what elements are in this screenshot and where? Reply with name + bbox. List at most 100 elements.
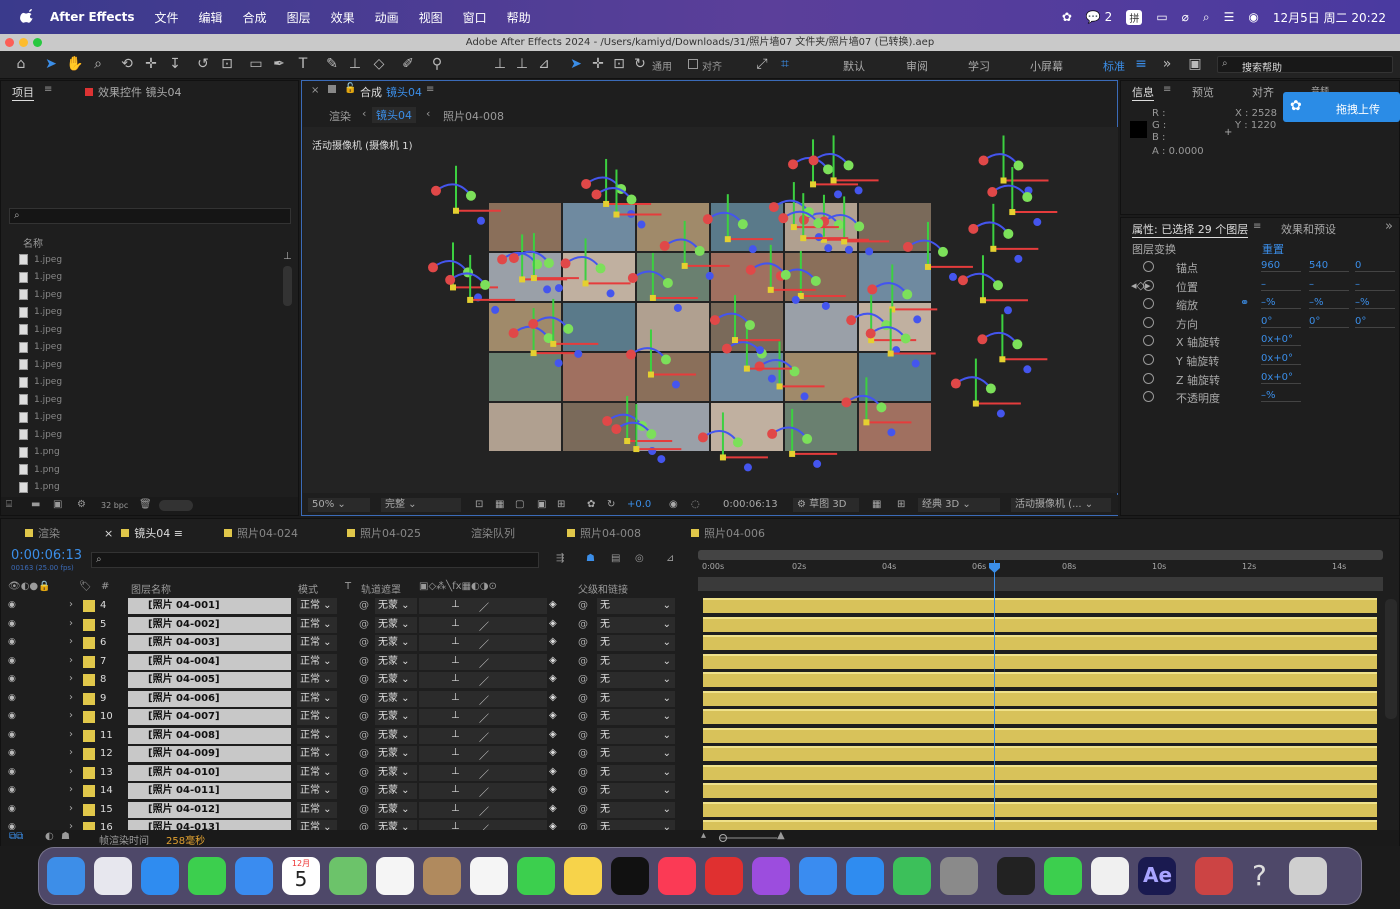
exposure-value[interactable]: +0.0 [623, 498, 655, 512]
rotation-arc-gizmo[interactable] [991, 184, 1029, 198]
gizmo-handle[interactable] [902, 241, 913, 252]
battery-icon[interactable]: ▭ [1156, 10, 1167, 24]
parent-pickwhip-icon[interactable]: @ [578, 637, 588, 648]
camera-view-dropdown[interactable]: 活动摄像机 (... ⌄ [1011, 498, 1111, 512]
track-matte-dropdown[interactable]: 无蒙 ⌄ [375, 746, 417, 762]
menu-clock[interactable]: 12月5日 周二 20:22 [1273, 9, 1386, 26]
rotation-arc-gizmo[interactable] [435, 183, 472, 197]
gizmo-handle[interactable] [463, 267, 473, 278]
collapse-switch-icon[interactable]: ⊥ [451, 729, 460, 740]
layer-bound-handle[interactable] [810, 181, 817, 188]
timeline-tab[interactable]: 照片04-008 [567, 525, 641, 541]
visibility-eye-icon[interactable]: ◉ [8, 712, 18, 721]
interpret-footage-icon[interactable]: ⌸ [6, 499, 12, 510]
layer-label-color[interactable] [83, 637, 95, 649]
blend-mode-dropdown[interactable]: 正常 ⌄ [297, 653, 337, 670]
layer-bound-handle[interactable] [681, 262, 688, 269]
stopwatch-icon[interactable] [1143, 316, 1154, 328]
expand-layer-icon[interactable]: › [69, 673, 73, 684]
rotation-arc-gizmo[interactable] [595, 187, 633, 201]
track-matte-pickwhip-icon[interactable]: @ [359, 619, 369, 630]
gizmo-handle[interactable] [755, 346, 764, 355]
transfer-controls-toggle-icon[interactable]: ☗ [61, 831, 70, 842]
layer-duration-bar[interactable] [703, 598, 1377, 613]
property-value[interactable]: 0x+0° [1261, 334, 1301, 347]
layer-bound-handle[interactable] [731, 337, 738, 344]
track-matte-pickwhip-icon[interactable]: @ [359, 600, 369, 611]
layer-name[interactable]: [照片 04-007] [128, 709, 291, 725]
layer-switches[interactable]: ⊥ ／ ◈ [419, 653, 557, 670]
input-method-icon[interactable]: 拼 [1126, 9, 1143, 25]
mask-visibility-icon[interactable]: ▢ [511, 498, 528, 512]
layer-label-color[interactable] [83, 766, 95, 779]
layer-bound-handle[interactable] [530, 350, 537, 357]
extended-viewer-icon[interactable]: ▦ [868, 498, 885, 512]
tab-effect-controls[interactable]: 效果控件 镜头04 [85, 84, 182, 100]
track-matte-dropdown[interactable]: 无蒙 ⌄ [375, 764, 417, 781]
layer-name[interactable]: [照片 04-004] [128, 653, 291, 670]
blend-mode-dropdown[interactable]: 正常 ⌄ [297, 801, 337, 818]
layer-bound-handle[interactable] [649, 294, 656, 301]
photo-tile[interactable] [785, 303, 857, 351]
gizmo-handle[interactable] [948, 272, 957, 281]
property-value[interactable]: – [1355, 279, 1395, 291]
rotation-arc-gizmo[interactable] [962, 272, 999, 286]
layer-bound-handle[interactable] [767, 286, 774, 293]
layer-bound-handle[interactable] [841, 238, 848, 245]
gizmo-handle[interactable] [843, 160, 854, 171]
aftereffects-icon[interactable]: Ae [1138, 857, 1176, 895]
expand-layer-icon[interactable]: › [69, 710, 73, 721]
project-item[interactable]: 1.png [19, 479, 281, 496]
expand-layer-icon[interactable]: › [69, 599, 73, 610]
3d-layer-icon[interactable]: ◈ [549, 655, 557, 666]
layer-bound-handle[interactable] [800, 235, 807, 242]
property-row[interactable]: 位置 – – – ◂◇▸ [1121, 277, 1400, 295]
3d-layer-icon[interactable]: ◈ [549, 766, 557, 777]
gizmo-handle[interactable] [833, 219, 844, 230]
gizmo-handle[interactable] [1012, 339, 1023, 350]
3d-layer-icon[interactable]: ◈ [549, 599, 557, 610]
hand-tool-icon[interactable]: ✋ [66, 55, 84, 73]
menu-view[interactable]: 视图 [419, 9, 443, 26]
layer-name[interactable]: [照片 04-003] [128, 635, 291, 651]
layer-bound-handle[interactable] [613, 211, 620, 218]
siri-icon[interactable]: ◉ [1248, 10, 1258, 24]
layer-duration-bar[interactable] [703, 672, 1377, 687]
gizmo-handle[interactable] [887, 428, 896, 437]
layer-bound-handle[interactable] [550, 340, 557, 347]
collapse-switch-icon[interactable]: ⊥ [451, 803, 460, 814]
gizmo-handle[interactable] [977, 334, 988, 345]
rotation-arc-gizmo[interactable] [982, 153, 1020, 167]
layer-name-col[interactable]: 图层名称 [131, 581, 171, 596]
rotation-arc-gizmo[interactable] [972, 221, 1010, 235]
reset-link[interactable]: 重置 [1262, 241, 1284, 257]
gizmo-handle[interactable] [732, 437, 743, 448]
property-value[interactable]: 0° [1309, 316, 1349, 328]
comp-menu-icon[interactable]: ≡ [426, 84, 434, 95]
gizmo-handle[interactable] [660, 354, 671, 365]
blend-mode-dropdown[interactable]: 正常 ⌄ [297, 783, 337, 799]
pen-tool-icon[interactable]: ✒ [270, 55, 288, 73]
menu-edit[interactable]: 编辑 [199, 9, 223, 26]
track-matte-dropdown[interactable]: 无蒙 ⌄ [375, 653, 417, 670]
layer-label-color[interactable] [83, 729, 95, 742]
track-matte-pickwhip-icon[interactable]: @ [359, 693, 369, 704]
stopwatch-icon[interactable] [1143, 372, 1154, 384]
wifi-off-icon[interactable]: ⌀ [1182, 10, 1189, 24]
gizmo-handle[interactable] [867, 284, 878, 295]
parent-dropdown[interactable]: 无 ⌄ [597, 764, 675, 781]
workspace-review[interactable]: 审阅 [906, 58, 928, 74]
snapshot-icon[interactable]: ◉ [665, 498, 682, 512]
layer-row[interactable]: ◉ › 9 [照片 04-006] 正常 ⌄ @ 无蒙 ⌄ ⊥ ／ ◈ @ 无 ⌄ [1, 690, 695, 708]
gizmo-handle[interactable] [748, 245, 757, 254]
gizmo-handle[interactable] [821, 301, 830, 310]
delete-icon[interactable]: 🗑 [139, 499, 152, 510]
current-time-display[interactable]: 0:00:06:13 [719, 498, 782, 512]
layer-row[interactable]: ◉ › 8 [照片 04-005] 正常 ⌄ @ 无蒙 ⌄ ⊥ ／ ◈ @ 无 ⌄ [1, 671, 695, 689]
layer-name[interactable]: [照片 04-012] [128, 801, 291, 818]
gizmo-handle[interactable] [581, 178, 592, 189]
photo-tile[interactable] [489, 403, 561, 451]
gizmo-handle[interactable] [1003, 228, 1014, 239]
visibility-eye-icon[interactable]: ◉ [8, 619, 18, 628]
gizmo-handle[interactable] [646, 429, 657, 440]
